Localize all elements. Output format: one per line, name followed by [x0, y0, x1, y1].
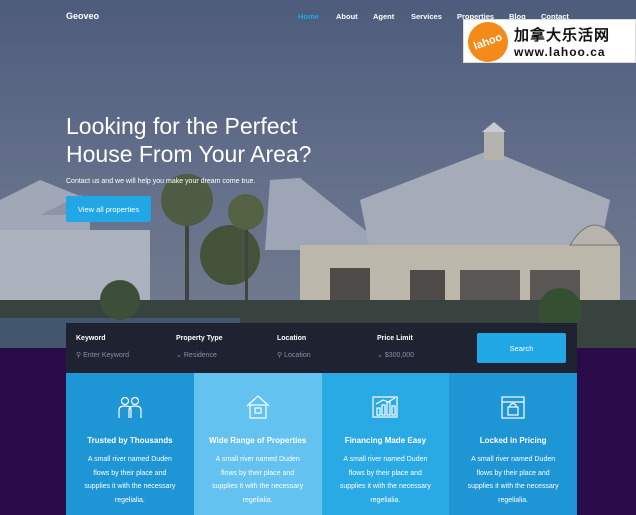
search-icon: ⚲ — [76, 352, 82, 359]
property-search-bar: Keyword ⚲ Enter Keyword Property Type ⌄ Re… — [66, 323, 577, 373]
location-placeholder: Location — [284, 352, 311, 359]
price-limit-select[interactable]: ⌄ $300,000 — [377, 351, 414, 359]
keyword-placeholder: Enter Keyword — [83, 352, 130, 359]
chart-icon — [372, 396, 398, 418]
feature-description: A small river named Duden flows by their… — [212, 456, 304, 504]
watermark-logo-icon: lahoo — [462, 16, 514, 68]
chevron-down-icon: ⌄ — [377, 352, 383, 359]
watermark-cn-text: 加拿大乐活网 — [514, 27, 611, 44]
property-type-value: Residence — [183, 352, 217, 359]
property-type-select[interactable]: ⌄ Residence — [176, 351, 217, 359]
chevron-down-icon: ⌄ — [176, 352, 182, 359]
brand-logo[interactable]: Geoveo — [66, 11, 99, 21]
feature-card-properties: Wide Range of Properties A small river n… — [193, 373, 322, 515]
search-button[interactable]: Search — [477, 333, 566, 363]
location-label: Location — [277, 335, 307, 342]
search-icon: ⚲ — [277, 352, 283, 359]
feature-title: Financing Made Easy — [344, 436, 427, 445]
price-limit-value: $300,000 — [384, 352, 415, 359]
hero-subtitle: Contact us and we will help you make you… — [66, 178, 256, 185]
nav-link-agent[interactable]: Agent — [373, 12, 394, 21]
keyword-label: Keyword — [76, 335, 106, 342]
feature-card-financing: Financing Made Easy A small river named … — [321, 373, 450, 515]
feature-card-pricing: Locked in Pricing A small river named Du… — [449, 373, 577, 515]
property-type-label: Property Type — [176, 335, 223, 342]
nav-link-home[interactable]: Home — [298, 12, 319, 21]
feature-title: Wide Range of Properties — [208, 436, 307, 445]
house-icon — [246, 395, 270, 419]
hero-title: Looking for the Perfect House From Your … — [66, 113, 312, 167]
nav-link-about[interactable]: About — [336, 12, 358, 21]
feature-title: Locked in Pricing — [479, 436, 547, 445]
view-all-properties-button[interactable]: View all properties — [66, 196, 151, 222]
watermark-url-text: www.lahoo.ca — [514, 45, 606, 59]
feature-description: A small river named Duden flows by their… — [467, 456, 559, 504]
watermark-badge: lahoo 加拿大乐活网 www.lahoo.ca — [462, 16, 636, 68]
people-icon — [118, 396, 142, 418]
feature-card-trusted: Trusted by Thousands A small river named… — [66, 373, 194, 515]
features-row: Trusted by Thousands A small river named… — [66, 373, 577, 515]
keyword-input[interactable]: ⚲ Enter Keyword — [76, 351, 129, 359]
feature-title: Trusted by Thousands — [87, 436, 173, 445]
feature-description: A small river named Duden flows by their… — [84, 456, 176, 504]
feature-description: A small river named Duden flows by their… — [339, 456, 431, 504]
price-limit-label: Price Limit — [377, 335, 413, 342]
hero-section: Geoveo Home About Agent Services Propert… — [0, 0, 636, 348]
lock-house-icon — [501, 396, 525, 419]
nav-link-services[interactable]: Services — [411, 12, 442, 21]
location-input[interactable]: ⚲ Location — [277, 351, 311, 359]
